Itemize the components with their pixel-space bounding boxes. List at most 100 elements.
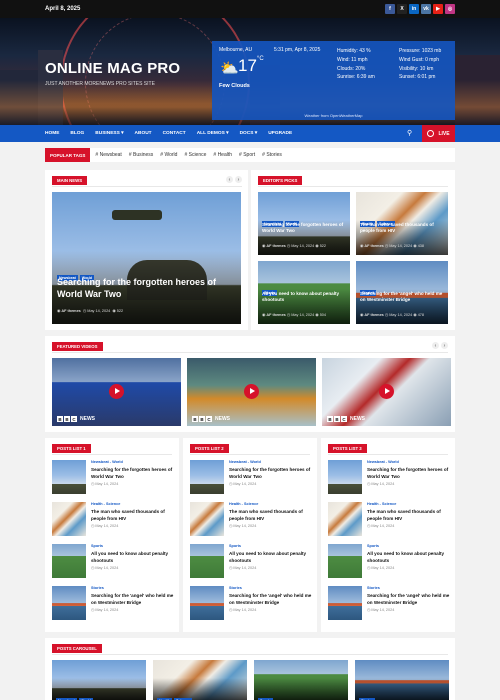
post-thumbnail[interactable] <box>328 502 362 536</box>
post-thumbnail[interactable] <box>328 586 362 620</box>
list-item[interactable]: Health - Science The man who saved thousa… <box>52 502 178 538</box>
post-thumbnail[interactable] <box>190 586 224 620</box>
post-thumbnail[interactable] <box>328 544 362 578</box>
post-category[interactable]: Sports <box>91 544 103 548</box>
tag-link[interactable]: # Sport <box>239 152 255 158</box>
editors-pick-card[interactable]: Newsbeat World Searching for the forgotten… <box>258 192 350 255</box>
nav-item-6[interactable]: DOCS ▾ <box>240 131 258 136</box>
list-item[interactable]: Newsbeat - World Searching for the forgot… <box>52 460 178 496</box>
linkedin-icon[interactable]: in <box>409 4 419 14</box>
site-title[interactable]: ONLINE MAG PRO <box>45 60 180 77</box>
next-arrow-icon[interactable]: › <box>441 342 448 349</box>
tag-link[interactable]: # Health <box>213 152 232 158</box>
list-item[interactable]: Stories Searching for the 'angel' who hel… <box>328 586 454 622</box>
post-category[interactable]: Sports <box>229 544 241 548</box>
nav-item-3[interactable]: ABOUT <box>135 131 152 136</box>
post-title[interactable]: The man who saved thousands of people fr… <box>229 509 314 522</box>
post-title[interactable]: Searching for the 'angel' who held me on… <box>367 593 452 606</box>
vk-icon[interactable]: vk <box>421 4 431 14</box>
play-icon[interactable] <box>379 384 394 399</box>
main-news-image[interactable]: Newsbeat World Searching for the forgotte… <box>52 192 241 324</box>
editors-pick-title[interactable]: All you need to know about penalty shoot… <box>262 291 348 303</box>
main-news-section: MAIN NEWS ‹ › Newsbeat World Searching for… <box>45 170 248 330</box>
list-item[interactable]: Health - Science The man who saved thousa… <box>190 502 316 538</box>
editors-pick-card[interactable]: Stories Searching for the 'angel' who hel… <box>356 261 448 324</box>
list-item[interactable]: Sports All you need to know about penalty… <box>190 544 316 580</box>
editors-pick-card[interactable]: Health Science The man who saved thousands… <box>356 192 448 255</box>
main-news-title[interactable]: Searching for the forgotten heroes of Wo… <box>57 276 232 300</box>
post-title[interactable]: Searching for the 'angel' who held me on… <box>91 593 176 606</box>
post-thumbnail[interactable] <box>190 460 224 494</box>
post-category[interactable]: Health - Science <box>229 502 258 506</box>
prev-arrow-icon[interactable]: ‹ <box>226 176 233 183</box>
carousel-item[interactable]: HealthScience <box>153 660 247 700</box>
nav-item-1[interactable]: BLOG <box>70 131 84 136</box>
post-category[interactable]: Health - Science <box>91 502 120 506</box>
next-arrow-icon[interactable]: › <box>235 176 242 183</box>
post-title[interactable]: Searching for the forgotten heroes of Wo… <box>91 467 176 480</box>
post-category[interactable]: Stories <box>91 586 104 590</box>
video-thumbnail[interactable]: B B C NEWS <box>322 358 451 426</box>
list-item[interactable]: Health - Science The man who saved thousa… <box>328 502 454 538</box>
posts-list-label: POSTS LIST 3 <box>328 444 367 453</box>
posts-carousel-label: POSTS CAROUSEL <box>52 644 102 653</box>
post-thumbnail[interactable] <box>52 586 86 620</box>
post-category[interactable]: Sports <box>367 544 379 548</box>
editors-pick-card[interactable]: Sports All you need to know about penalty… <box>258 261 350 324</box>
search-icon[interactable]: ⚲ <box>407 129 412 137</box>
video-thumbnail[interactable]: B B C NEWS <box>52 358 181 426</box>
post-title[interactable]: All you need to know about penalty shoot… <box>229 551 314 564</box>
post-title[interactable]: The man who saved thousands of people fr… <box>91 509 176 522</box>
prev-arrow-icon[interactable]: ‹ <box>432 342 439 349</box>
post-title[interactable]: The man who saved thousands of people fr… <box>367 509 452 522</box>
post-title[interactable]: Searching for the forgotten heroes of Wo… <box>367 467 452 480</box>
post-title[interactable]: Searching for the forgotten heroes of Wo… <box>229 467 314 480</box>
post-category[interactable]: Newsbeat - World <box>229 460 261 464</box>
list-item[interactable]: Sports All you need to know about penalty… <box>52 544 178 580</box>
post-category[interactable]: Stories <box>367 586 380 590</box>
post-thumbnail[interactable] <box>52 544 86 578</box>
tag-link[interactable]: # Newsbeat <box>95 152 121 158</box>
nav-item-0[interactable]: HOME <box>45 131 59 136</box>
editors-pick-title[interactable]: Searching for the 'angel' who held me on… <box>360 291 446 303</box>
tag-link[interactable]: # World <box>160 152 177 158</box>
nav-item-4[interactable]: CONTACT <box>163 131 186 136</box>
post-title[interactable]: All you need to know about penalty shoot… <box>367 551 452 564</box>
post-thumbnail[interactable] <box>190 544 224 578</box>
live-button[interactable]: LIVE <box>422 125 455 142</box>
play-icon[interactable] <box>109 384 124 399</box>
list-item[interactable]: Stories Searching for the 'angel' who hel… <box>52 586 178 622</box>
nav-item-2[interactable]: BUSINESS ▾ <box>95 131 123 136</box>
carousel-item[interactable]: NewsbeatWorld <box>52 660 146 700</box>
play-icon[interactable] <box>244 384 259 399</box>
carousel-item[interactable]: Sports <box>254 660 348 700</box>
facebook-icon[interactable]: f <box>385 4 395 14</box>
post-category[interactable]: Health - Science <box>367 502 396 506</box>
post-category[interactable]: Newsbeat - World <box>91 460 123 464</box>
x-icon[interactable]: X <box>397 4 407 14</box>
video-thumbnail[interactable]: B B C NEWS <box>187 358 316 426</box>
post-title[interactable]: All you need to know about penalty shoot… <box>91 551 176 564</box>
editors-pick-title[interactable]: The man who saved thousands of people fr… <box>360 222 446 234</box>
main-news-label: MAIN NEWS <box>52 176 88 185</box>
list-item[interactable]: Sports All you need to know about penalty… <box>328 544 454 580</box>
tag-link[interactable]: # Stories <box>262 152 282 158</box>
post-category[interactable]: Stories <box>229 586 242 590</box>
nav-item-5[interactable]: ALL DEMOS ▾ <box>197 131 229 136</box>
post-title[interactable]: Searching for the 'angel' who held me on… <box>229 593 314 606</box>
editors-pick-title[interactable]: Searching for the forgotten heroes of Wo… <box>262 222 348 234</box>
youtube-icon[interactable]: ▶ <box>433 4 443 14</box>
post-category[interactable]: Newsbeat - World <box>367 460 399 464</box>
nav-item-7[interactable]: UPGRADE <box>268 131 292 136</box>
carousel-item[interactable]: Stories <box>355 660 449 700</box>
instagram-icon[interactable]: ◎ <box>445 4 455 14</box>
tag-link[interactable]: # Business <box>129 152 153 158</box>
tag-link[interactable]: # Science <box>184 152 206 158</box>
post-thumbnail[interactable] <box>328 460 362 494</box>
list-item[interactable]: Newsbeat - World Searching for the forgot… <box>190 460 316 496</box>
post-thumbnail[interactable] <box>52 460 86 494</box>
list-item[interactable]: Stories Searching for the 'angel' who hel… <box>190 586 316 622</box>
list-item[interactable]: Newsbeat - World Searching for the forgot… <box>328 460 454 496</box>
post-thumbnail[interactable] <box>52 502 86 536</box>
post-thumbnail[interactable] <box>190 502 224 536</box>
